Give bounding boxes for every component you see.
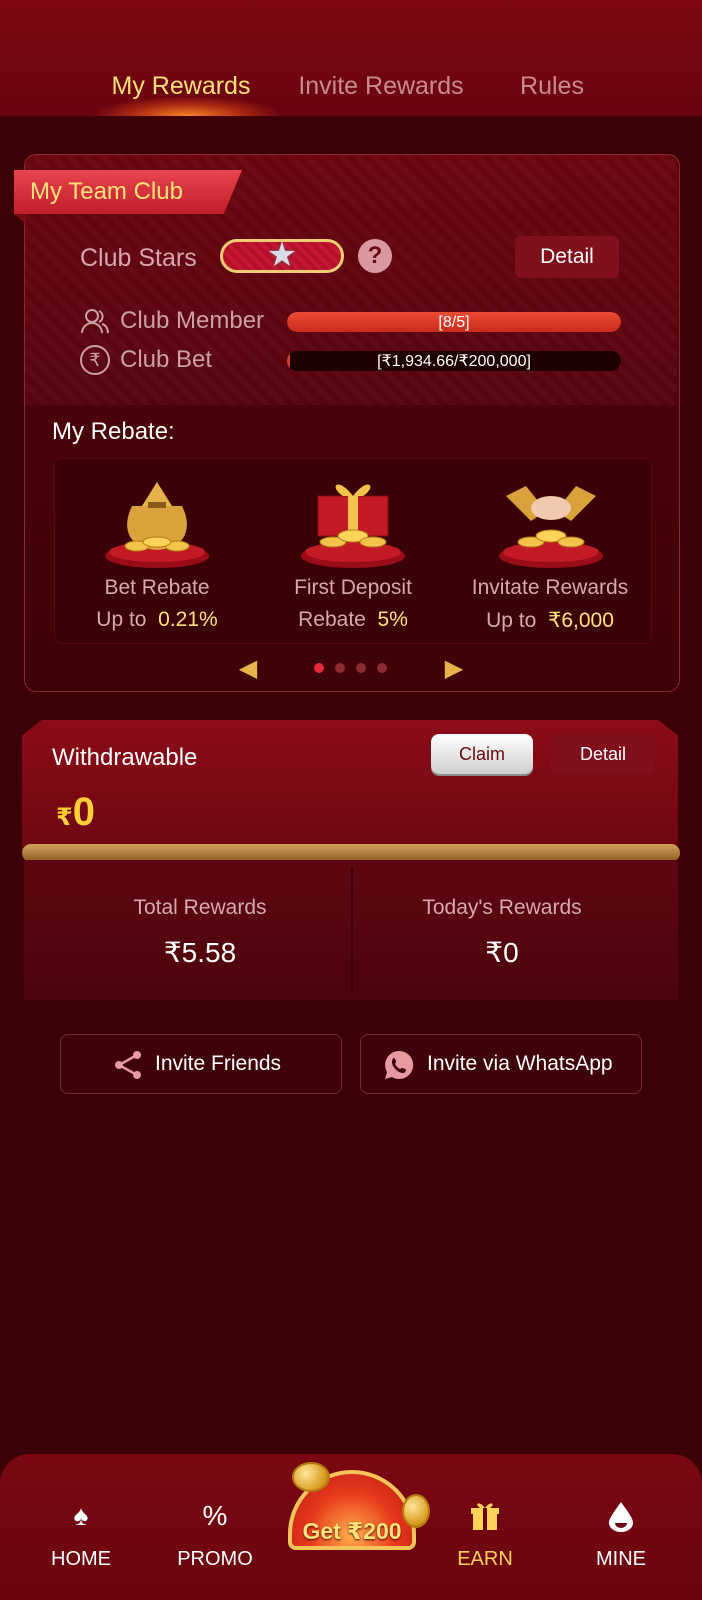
total-rewards-value: ₹5.58 (163, 937, 237, 968)
carousel-dot[interactable] (356, 663, 366, 673)
nav-promo-label: PROMO (177, 1548, 253, 1570)
nav-mine[interactable]: MINE (566, 1500, 676, 1590)
gift-box-coins-icon (301, 484, 405, 568)
total-rewards: Total Rewards ₹5.58 (50, 860, 350, 1000)
nav-earn[interactable]: EARN (430, 1500, 540, 1590)
nav-promo[interactable]: % PROMO (160, 1500, 270, 1590)
whatsapp-icon (385, 1050, 414, 1079)
todays-rewards-label: Today's Rewards (422, 896, 582, 919)
rebate-prefix: Rebate (298, 608, 366, 631)
rebate-sub: Up to ₹6,000 (440, 608, 660, 633)
carousel-dot[interactable] (335, 663, 345, 673)
help-icon[interactable]: ? (358, 239, 392, 273)
carousel-dot[interactable] (314, 663, 324, 673)
rebate-item-invite[interactable]: Invitate Rewards Up to ₹6,000 (440, 458, 660, 642)
club-bet-progress-bar: [₹1,934.66/₹200,000] (286, 350, 622, 372)
carousel-dot[interactable] (377, 663, 387, 673)
nav-home-label: HOME (51, 1548, 111, 1570)
rebate-item-bet[interactable]: Bet Rebate Up to 0.21% (58, 458, 256, 642)
team-club-title: My Team Club (30, 178, 183, 205)
rebate-item-first-deposit[interactable]: First Deposit Rebate 5% (254, 458, 452, 642)
rebate-name: Bet Rebate (104, 576, 210, 599)
nav-mine-label: MINE (596, 1548, 646, 1570)
drop-icon (606, 1500, 636, 1532)
share-icon (115, 1051, 141, 1079)
todays-rewards-value: ₹0 (485, 937, 519, 968)
withdrawable-value: 0 (72, 790, 95, 834)
rebate-prefix: Up to (486, 609, 537, 632)
claim-button[interactable]: Claim (431, 734, 533, 774)
chevron-left-icon[interactable]: ◀ (236, 654, 260, 684)
withdrawable-label: Withdrawable (52, 744, 198, 771)
rebate-prefix: Up to (96, 608, 147, 631)
rebate-title: My Rebate: (52, 418, 175, 445)
rebate-name: First Deposit (294, 576, 412, 599)
rebate-value: 0.21% (158, 608, 218, 631)
club-member-progress-bar: [8/5] (286, 311, 622, 333)
club-bet-label: Club Bet (120, 346, 213, 373)
ribbon-fold (14, 214, 26, 224)
tab-rules[interactable]: Rules (500, 64, 604, 108)
invite-friends-button[interactable]: Invite Friends (60, 1034, 342, 1094)
club-member-label: Club Member (120, 307, 265, 334)
club-detail-button[interactable]: Detail (515, 236, 619, 278)
invite-friends-label: Invite Friends (155, 1052, 282, 1075)
nav-earn-label: EARN (457, 1548, 513, 1570)
total-rewards-label: Total Rewards (133, 896, 267, 919)
nav-home[interactable]: ♠ HOME (26, 1500, 136, 1590)
money-bag-icon (105, 482, 209, 568)
club-bet-value: [₹1,934.66/₹200,000] (377, 353, 531, 370)
coupon-icon: % (202, 1500, 228, 1531)
rebate-sub: Up to 0.21% (58, 608, 256, 632)
rupee-icon: ₹ (80, 345, 110, 375)
users-icon (80, 306, 110, 336)
coin-icon (292, 1462, 330, 1492)
club-member-value: [8/5] (438, 314, 470, 331)
gift-icon (470, 1500, 500, 1532)
withdrawable-amount: ₹0 (56, 790, 95, 835)
rebate-value: ₹6,000 (547, 609, 614, 632)
invite-whatsapp-button[interactable]: Invite via WhatsApp (360, 1034, 642, 1094)
handshake-coins-icon (499, 486, 603, 568)
rebate-sub: Rebate 5% (254, 608, 452, 632)
todays-rewards: Today's Rewards ₹0 (352, 860, 652, 1000)
club-stars-label: Club Stars (80, 244, 197, 272)
tab-invite-rewards[interactable]: Invite Rewards (285, 64, 477, 108)
star-icon: ★ (266, 236, 298, 274)
tab-my-rewards[interactable]: My Rewards (96, 64, 266, 108)
invite-whatsapp-label: Invite via WhatsApp (427, 1052, 613, 1075)
currency-symbol: ₹ (56, 804, 73, 831)
rebate-value: 5% (377, 608, 408, 631)
spade-icon: ♠ (73, 1500, 89, 1531)
chevron-right-icon[interactable]: ▶ (442, 654, 466, 684)
withdrawable-detail-button[interactable]: Detail (551, 733, 655, 775)
rebate-name: Invitate Rewards (471, 576, 629, 599)
get-bonus-label[interactable]: Get ₹200 (282, 1518, 422, 1545)
